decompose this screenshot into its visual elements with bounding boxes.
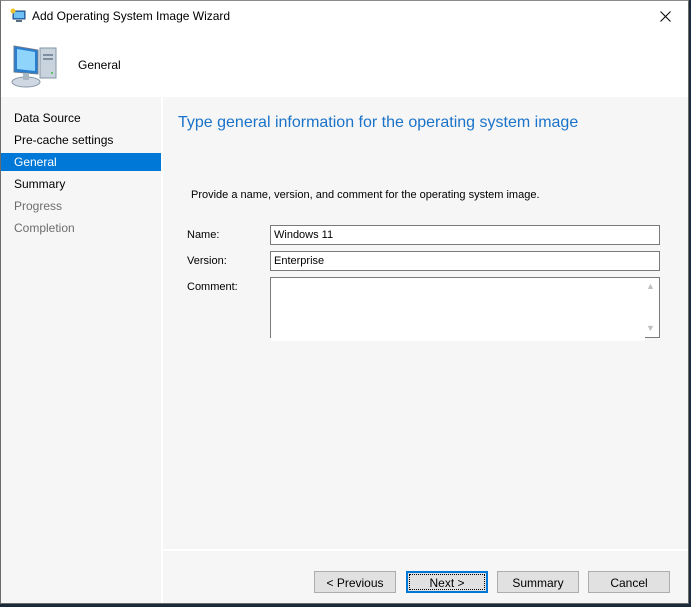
instructions-text: Provide a name, version, and comment for…: [191, 189, 540, 201]
close-icon: [659, 11, 671, 22]
scroll-down-icon[interactable]: ▼: [642, 320, 659, 337]
page-heading: Type general information for the operati…: [178, 114, 579, 131]
comment-field: ▲ ▼: [270, 277, 660, 341]
title-bar: Add Operating System Image Wizard: [1, 1, 688, 32]
summary-button[interactable]: Summary: [497, 571, 579, 593]
nav-item-completion: Completion: [14, 221, 75, 235]
close-button[interactable]: [642, 1, 688, 32]
nav-item-data-source[interactable]: Data Source: [1, 109, 161, 127]
next-button[interactable]: Next >: [406, 571, 488, 593]
wizard-nav: Data Source Pre-cache settings General S…: [1, 97, 161, 603]
comment-label: Comment:: [187, 281, 238, 293]
scroll-up-icon[interactable]: ▲: [642, 278, 659, 295]
computer-icon: [11, 45, 57, 88]
nav-item-summary[interactable]: Summary: [1, 175, 161, 193]
wizard-header: General: [1, 32, 688, 96]
name-input[interactable]: [270, 225, 660, 245]
cancel-button[interactable]: Cancel: [588, 571, 670, 593]
content-panel: Type general information for the operati…: [163, 97, 688, 549]
wizard-computer-icon: [10, 8, 26, 22]
version-input[interactable]: [270, 251, 660, 271]
nav-item-general[interactable]: General: [1, 153, 161, 171]
wizard-window: Add Operating System Image Wizard Genera…: [0, 0, 689, 604]
nav-item-progress: Progress: [14, 199, 63, 213]
comment-textarea[interactable]: [271, 278, 645, 341]
version-label: Version:: [187, 255, 227, 267]
header-title: General: [78, 58, 121, 72]
focus-rect: [409, 574, 485, 590]
name-label: Name:: [187, 229, 220, 241]
previous-button[interactable]: < Previous: [314, 571, 396, 593]
window-title: Add Operating System Image Wizard: [32, 9, 231, 23]
nav-item-pre-cache-settings[interactable]: Pre-cache settings: [1, 131, 161, 149]
button-bar: < Previous Next > Summary Cancel: [163, 551, 688, 603]
comment-scrollbar[interactable]: ▲ ▼: [642, 278, 659, 337]
